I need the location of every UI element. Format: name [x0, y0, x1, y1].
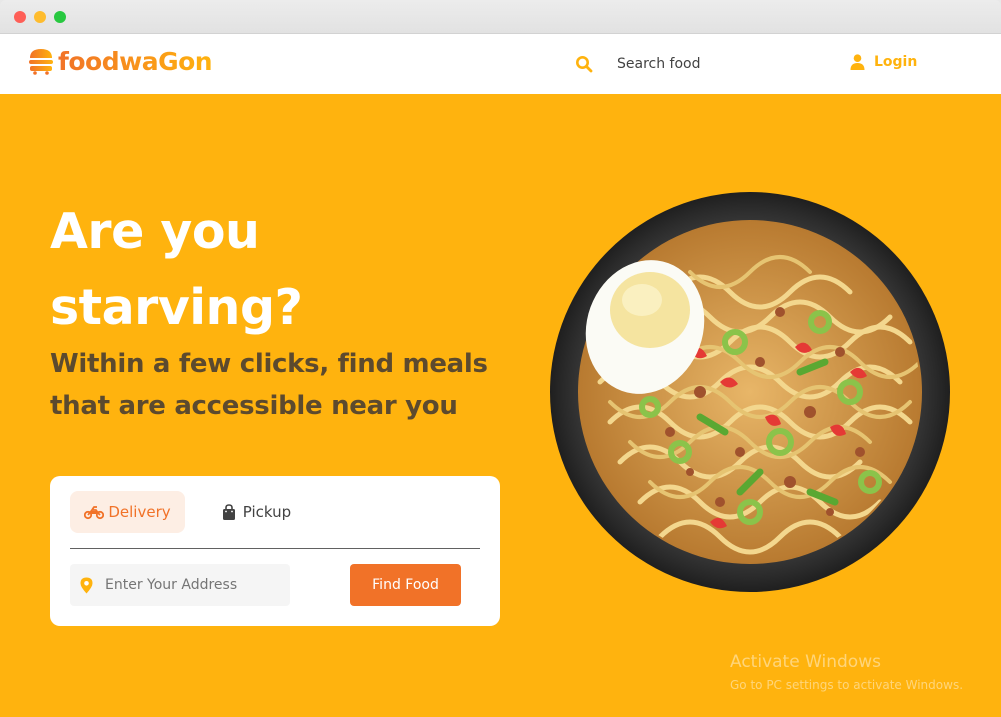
address-input[interactable] [105, 577, 285, 593]
address-field[interactable] [70, 564, 290, 606]
minimize-window-button[interactable] [34, 11, 46, 23]
food-search [575, 52, 767, 76]
login-button[interactable]: Login [850, 54, 917, 70]
ramen-bowl-image [550, 192, 950, 592]
navbar: foodwaGon Login [0, 34, 1001, 94]
hero-title: Are you starving? [50, 203, 303, 336]
motorbike-icon [84, 506, 105, 520]
close-window-button[interactable] [14, 11, 26, 23]
burger-icon [29, 49, 53, 75]
window-titlebar [0, 0, 1001, 34]
maximize-window-button[interactable] [54, 11, 66, 23]
brand-name: foodwaGon [58, 46, 213, 76]
search-input[interactable] [617, 56, 767, 72]
brand-logo[interactable]: foodwaGon [28, 44, 213, 78]
hero-subtitle: Within a few clicks, find meals that are… [50, 349, 488, 421]
tab-pickup-label: Pickup [242, 503, 292, 521]
tab-delivery[interactable]: Delivery [70, 491, 185, 533]
user-icon [850, 54, 865, 70]
food-search-card: Delivery Pickup Find Food [50, 476, 500, 626]
watermark-subtitle: Go to PC settings to activate Windows. [730, 678, 964, 692]
find-food-button[interactable]: Find Food [350, 564, 461, 606]
shopping-bag-icon [222, 504, 235, 520]
login-label: Login [874, 54, 918, 70]
hero-section: Are you starving? Within a few clicks, f… [0, 94, 1001, 717]
tab-pickup[interactable]: Pickup [210, 491, 300, 533]
card-divider [70, 548, 480, 549]
tab-delivery-label: Delivery [108, 503, 171, 521]
location-pin-icon [80, 577, 93, 593]
watermark-title: Activate Windows [730, 652, 881, 672]
search-icon[interactable] [575, 55, 593, 73]
windows-activation-watermark: Activate Windows Go to PC settings to ac… [730, 652, 963, 692]
